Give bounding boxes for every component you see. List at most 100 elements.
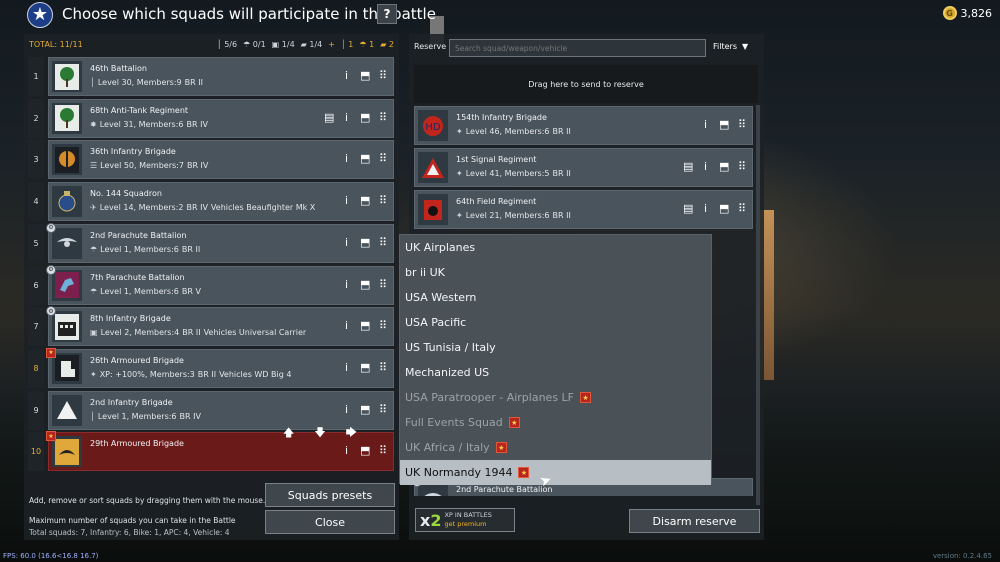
drag-handle-icon[interactable]: ⠿ <box>737 202 746 216</box>
info-icon[interactable]: i <box>342 319 351 333</box>
squads-presets-button[interactable]: Squads presets <box>265 483 395 507</box>
gear-badge-icon: ⚙ <box>46 222 56 233</box>
squad-card[interactable]: ⚙ 2nd Parachute Battalion ☂ Level 1, Member… <box>46 222 394 263</box>
bookmark-icon[interactable]: ⬒ <box>360 194 370 208</box>
preset-option[interactable]: USA Paratrooper - Airplanes LF ★ <box>400 385 711 410</box>
squad-row[interactable]: 7 ⚙ 8th Infantry Brigade ▣ Level 2, Members:… <box>28 306 394 347</box>
squad-actions: i ⬒ ⠿ <box>342 69 387 83</box>
squad-emblem-triangle-red <box>418 152 448 183</box>
squad-card[interactable]: 46th Battalion │ Level 30, Members:9 BR II i… <box>48 57 394 96</box>
info-icon[interactable]: i <box>342 403 351 417</box>
bookmark-icon[interactable]: ⬒ <box>719 118 729 132</box>
bookmark-icon[interactable]: ⬒ <box>360 319 370 333</box>
squad-row[interactable]: 2 68th Anti-Tank Regiment ✸ Level 31, Membe… <box>28 98 394 138</box>
drag-handle-icon[interactable]: ⠿ <box>737 118 746 132</box>
squad-info: ✦ Level 41, Members:5 BR II <box>456 169 571 178</box>
bookmark-icon[interactable]: ⬒ <box>360 403 370 417</box>
info-icon[interactable]: i <box>342 361 351 375</box>
book-icon[interactable]: ▤ <box>324 111 334 125</box>
info-icon[interactable]: i <box>701 202 710 216</box>
preset-option[interactable]: UK Africa / Italy ★ <box>400 435 711 460</box>
squad-row[interactable]: 4 No. 144 Squadron ✈ Level 14, Members:2 BR … <box>28 182 394 222</box>
squad-card[interactable]: ⚙ 7th Parachute Battalion ☂ Level 1, Member… <box>46 264 394 305</box>
bookmark-icon[interactable]: ⬒ <box>719 202 729 216</box>
close-button[interactable]: Close <box>265 510 395 534</box>
drag-handle-icon[interactable]: ⠿ <box>378 236 387 250</box>
reserve-squad-row[interactable]: 64th Field Regiment ✦ Level 21, Members:6 B… <box>414 190 753 229</box>
squad-br: BR IV <box>179 411 201 421</box>
squad-actions: i ⬒ ⠿ <box>342 236 387 250</box>
xp-premium-box[interactable]: x2 XP IN BATTLES get premium <box>415 508 515 532</box>
preset-option[interactable]: US Tunisia / Italy <box>400 335 711 360</box>
squad-row[interactable]: 5 ⚙ 2nd Parachute Battalion ☂ Level 1, Membe… <box>28 222 394 263</box>
drag-handle-icon[interactable]: ⠿ <box>378 69 387 83</box>
squad-row[interactable]: 6 ⚙ 7th Parachute Battalion ☂ Level 1, Membe… <box>28 264 394 305</box>
drag-handle-icon[interactable]: ⠿ <box>378 319 387 333</box>
reserve-drop-zone[interactable]: Drag here to send to reserve <box>414 65 758 103</box>
bookmark-icon[interactable]: ⬒ <box>360 236 370 250</box>
drag-handle-icon[interactable]: ⠿ <box>378 444 387 458</box>
at-icon: ✸ <box>90 119 97 129</box>
bookmark-icon[interactable]: ⬒ <box>719 160 729 174</box>
preset-option[interactable]: br ii UK <box>400 260 711 285</box>
arrow-right-icon[interactable]: 🡆 <box>346 424 357 443</box>
book-icon[interactable]: ▤ <box>683 202 693 216</box>
drag-handle-icon[interactable]: ⠿ <box>378 361 387 375</box>
squad-name: 26th Armoured Brigade <box>90 355 184 365</box>
squad-br: BR V <box>181 286 201 296</box>
reserve-squad-row[interactable]: 1st Signal Regiment ✦ Level 41, Members:5 B… <box>414 148 753 187</box>
info-icon[interactable]: i <box>342 444 351 458</box>
info-icon[interactable]: i <box>342 152 351 166</box>
squad-card[interactable]: No. 144 Squadron ✈ Level 14, Members:2 BR I… <box>48 182 394 222</box>
squad-number: 2 <box>28 98 44 138</box>
totals-bar: TOTAL: 11/11 │ 5/6 ☂ 0/1 ▣ 1/4 ▰ 1/4 + │… <box>24 34 399 54</box>
reserve-scrollbar[interactable] <box>756 105 760 505</box>
squad-card[interactable]: 68th Anti-Tank Regiment ✸ Level 31, Member… <box>48 98 394 138</box>
preset-option[interactable]: UK Airplanes <box>400 235 711 260</box>
drag-handle-icon[interactable]: ⠿ <box>378 403 387 417</box>
get-premium-link[interactable]: get premium <box>444 520 486 528</box>
squad-emblem-axe <box>52 144 82 176</box>
bookmark-icon[interactable]: ⬒ <box>360 444 370 458</box>
bookmark-icon[interactable]: ⬒ <box>360 69 370 83</box>
squad-name: 2nd Infantry Brigade <box>90 397 173 407</box>
filters-button[interactable]: Filters ▼ <box>713 42 748 51</box>
info-icon[interactable]: i <box>342 194 351 208</box>
preset-option[interactable]: Mechanized US <box>400 360 711 385</box>
reserve-squad-row[interactable]: HD 154th Infantry Brigade ✦ Level 46, Membe… <box>414 106 753 145</box>
arrow-down-icon[interactable]: 🡇 <box>314 424 325 443</box>
preset-label: UK Africa / Italy <box>405 441 490 454</box>
drag-handle-icon[interactable]: ⠿ <box>378 111 387 125</box>
search-input[interactable] <box>449 39 706 57</box>
arrow-up-icon[interactable]: 🡅 <box>283 424 294 443</box>
drag-handle-icon[interactable]: ⠿ <box>737 160 746 174</box>
squad-card[interactable]: ⚙ 8th Infantry Brigade ▣ Level 2, Members:4… <box>46 306 394 347</box>
info-icon[interactable]: i <box>701 160 710 174</box>
squad-row[interactable]: 8 ★ 26th Armoured Brigade ✦ XP: +100%, Membe… <box>28 347 394 388</box>
drag-handle-icon[interactable]: ⠿ <box>378 194 387 208</box>
info-icon[interactable]: i <box>701 118 710 132</box>
disarm-reserve-button[interactable]: Disarm reserve <box>629 509 760 533</box>
squad-panel: TOTAL: 11/11 │ 5/6 ☂ 0/1 ▣ 1/4 ▰ 1/4 + │… <box>24 34 399 540</box>
squad-row[interactable]: 3 36th Infantry Brigade ☰ Level 50, Members… <box>28 140 394 180</box>
info-icon[interactable]: i <box>342 69 351 83</box>
bookmark-icon[interactable]: ⬒ <box>360 361 370 375</box>
info-icon[interactable]: i <box>342 278 351 292</box>
squad-card[interactable]: ★ 26th Armoured Brigade ✦ XP: +100%, Member… <box>46 347 394 388</box>
drag-handle-icon[interactable]: ⠿ <box>378 152 387 166</box>
squad-card[interactable]: 36th Infantry Brigade ☰ Level 50, Members:… <box>48 140 394 180</box>
bookmark-icon[interactable]: ⬒ <box>360 111 370 125</box>
bookmark-icon[interactable]: ⬒ <box>360 278 370 292</box>
help-button[interactable]: ? <box>377 4 397 24</box>
info-icon[interactable]: i <box>342 236 351 250</box>
premium-badge-icon: ★ <box>46 347 56 358</box>
preset-option[interactable]: USA Western <box>400 285 711 310</box>
preset-option[interactable]: USA Pacific <box>400 310 711 335</box>
book-icon[interactable]: ▤ <box>683 160 693 174</box>
drag-handle-icon[interactable]: ⠿ <box>378 278 387 292</box>
info-icon[interactable]: i <box>342 111 351 125</box>
preset-option[interactable]: UK Normandy 1944 ★ <box>400 460 711 485</box>
preset-option[interactable]: Full Events Squad ★ <box>400 410 711 435</box>
squad-row[interactable]: 1 46th Battalion │ Level 30, Members:9 BR II… <box>28 57 394 96</box>
bookmark-icon[interactable]: ⬒ <box>360 152 370 166</box>
